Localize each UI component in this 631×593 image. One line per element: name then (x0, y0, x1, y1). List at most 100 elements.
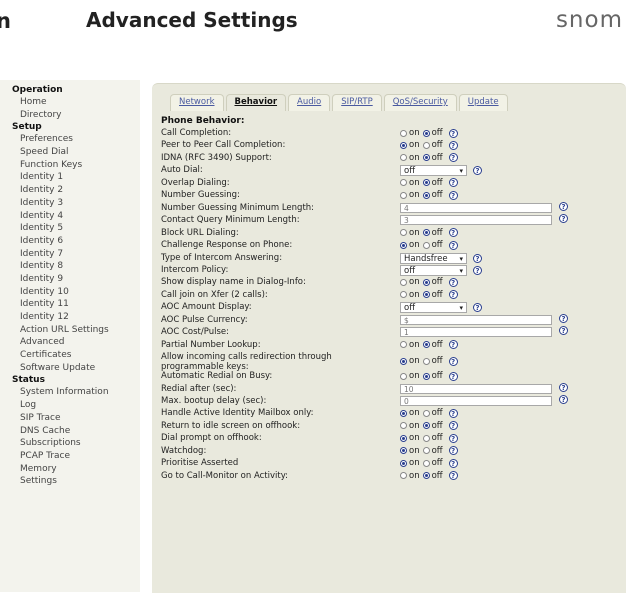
sidebar-item-sip-trace[interactable]: SIP Trace (0, 412, 140, 425)
radio-on[interactable] (400, 459, 407, 467)
sidebar-item-advanced[interactable]: Advanced (0, 336, 140, 349)
radio-on[interactable] (400, 434, 407, 442)
sidebar-item-identity-12[interactable]: Identity 12 (0, 311, 140, 324)
help-icon[interactable]: ? (448, 228, 458, 238)
radio-on[interactable] (400, 409, 407, 417)
setting-select[interactable]: off ▾ (400, 302, 467, 314)
help-icon[interactable]: ? (559, 395, 568, 404)
sidebar-item-identity-8[interactable]: Identity 8 (0, 260, 140, 273)
setting-text-input[interactable]: 0 (400, 396, 552, 406)
radio-off[interactable] (422, 459, 430, 467)
help-icon[interactable]: ? (448, 140, 458, 150)
sidebar-item-identity-4[interactable]: Identity 4 (0, 210, 140, 223)
help-icon[interactable]: ? (448, 471, 458, 481)
sidebar-item-directory[interactable]: Directory (0, 109, 140, 122)
radio-off[interactable] (422, 191, 430, 199)
setting-text-input[interactable]: 1 (400, 327, 552, 338)
radio-off[interactable] (422, 179, 430, 187)
radio-on[interactable] (400, 241, 407, 249)
help-icon[interactable]: ? (448, 153, 458, 163)
radio-on[interactable] (400, 154, 407, 162)
tab-sip-rtp[interactable]: SIP/RTP (332, 94, 382, 111)
radio-on[interactable] (400, 341, 407, 349)
radio-off[interactable] (422, 447, 430, 455)
setting-select[interactable]: off ▾ (400, 264, 467, 276)
sidebar-item-identity-10[interactable]: Identity 10 (0, 286, 140, 299)
sidebar-item-action-url-settings[interactable]: Action URL Settings (0, 324, 140, 337)
help-icon[interactable]: ? (559, 313, 568, 323)
setting-text-input[interactable]: 4 (400, 202, 552, 213)
radio-on[interactable] (400, 129, 407, 137)
sidebar-item-speed-dial[interactable]: Speed Dial (0, 146, 140, 159)
sidebar-item-identity-9[interactable]: Identity 9 (0, 273, 140, 286)
radio-off[interactable] (422, 409, 430, 417)
sidebar-item-identity-11[interactable]: Identity 11 (0, 298, 140, 311)
sidebar-item-identity-1[interactable]: Identity 1 (0, 171, 140, 184)
help-icon[interactable]: ? (448, 421, 458, 431)
radio-on[interactable] (400, 422, 407, 430)
help-icon[interactable]: ? (448, 371, 458, 381)
radio-off[interactable] (422, 422, 430, 430)
radio-on[interactable] (400, 291, 407, 299)
tab-behavior[interactable]: Behavior (225, 94, 287, 111)
radio-on[interactable] (400, 372, 407, 380)
setting-text-input[interactable]: 10 (400, 383, 552, 394)
sidebar-item-memory[interactable]: Memory (0, 463, 140, 476)
sidebar-item-system-information[interactable]: System Information (0, 386, 140, 399)
help-icon[interactable]: ? (473, 253, 482, 263)
sidebar-item-identity-3[interactable]: Identity 3 (0, 197, 140, 210)
help-icon[interactable]: ? (559, 382, 568, 392)
help-icon[interactable]: ? (448, 178, 458, 188)
radio-off[interactable] (422, 278, 430, 286)
help-icon[interactable]: ? (448, 408, 458, 418)
sidebar-item-identity-6[interactable]: Identity 6 (0, 235, 140, 248)
tab-audio[interactable]: Audio (288, 94, 331, 111)
radio-off[interactable] (422, 472, 430, 480)
radio-on[interactable] (400, 472, 407, 480)
help-icon[interactable]: ? (448, 458, 458, 468)
sidebar-item-function-keys[interactable]: Function Keys (0, 159, 140, 172)
sidebar-item-home[interactable]: Home (0, 96, 140, 109)
radio-off[interactable] (422, 129, 430, 137)
setting-select[interactable]: off ▾ (400, 165, 467, 177)
help-icon[interactable]: ? (448, 128, 458, 138)
help-icon[interactable]: ? (448, 290, 458, 300)
setting-select[interactable]: Handsfree ▾ (400, 252, 467, 264)
setting-text-input[interactable]: $ (400, 314, 552, 325)
radio-off[interactable] (422, 141, 430, 149)
radio-off[interactable] (422, 229, 430, 237)
radio-on[interactable] (400, 229, 407, 237)
radio-on[interactable] (400, 191, 407, 199)
help-icon[interactable]: ? (448, 356, 458, 366)
sidebar-item-log[interactable]: Log (0, 399, 140, 412)
sidebar-item-certificates[interactable]: Certificates (0, 349, 140, 362)
tab-update[interactable]: Update (458, 94, 508, 111)
help-icon[interactable]: ? (473, 303, 482, 313)
radio-on[interactable] (400, 278, 407, 286)
radio-off[interactable] (422, 372, 430, 380)
help-icon[interactable]: ? (448, 340, 458, 350)
help-icon[interactable]: ? (448, 277, 458, 287)
help-icon[interactable]: ? (473, 166, 482, 176)
help-icon[interactable]: ? (448, 433, 458, 443)
radio-off[interactable] (422, 341, 430, 349)
sidebar-item-pcap-trace[interactable]: PCAP Trace (0, 450, 140, 463)
help-icon[interactable]: ? (448, 190, 458, 200)
radio-off[interactable] (422, 291, 430, 299)
sidebar-item-settings[interactable]: Settings (0, 475, 140, 488)
tab-network[interactable]: Network (170, 94, 224, 111)
help-icon[interactable]: ? (473, 265, 482, 275)
radio-off[interactable] (422, 154, 430, 162)
radio-off[interactable] (422, 241, 430, 249)
sidebar-item-identity-5[interactable]: Identity 5 (0, 222, 140, 235)
sidebar-item-identity-2[interactable]: Identity 2 (0, 184, 140, 197)
radio-on[interactable] (400, 179, 407, 187)
help-icon[interactable]: ? (559, 201, 568, 211)
radio-off[interactable] (422, 434, 430, 442)
tab-qos-security[interactable]: QoS/Security (383, 94, 457, 111)
radio-off[interactable] (422, 357, 430, 365)
sidebar-item-software-update[interactable]: Software Update (0, 362, 140, 375)
setting-text-input[interactable]: 3 (400, 215, 552, 226)
radio-on[interactable] (400, 447, 407, 455)
help-icon[interactable]: ? (559, 326, 568, 336)
